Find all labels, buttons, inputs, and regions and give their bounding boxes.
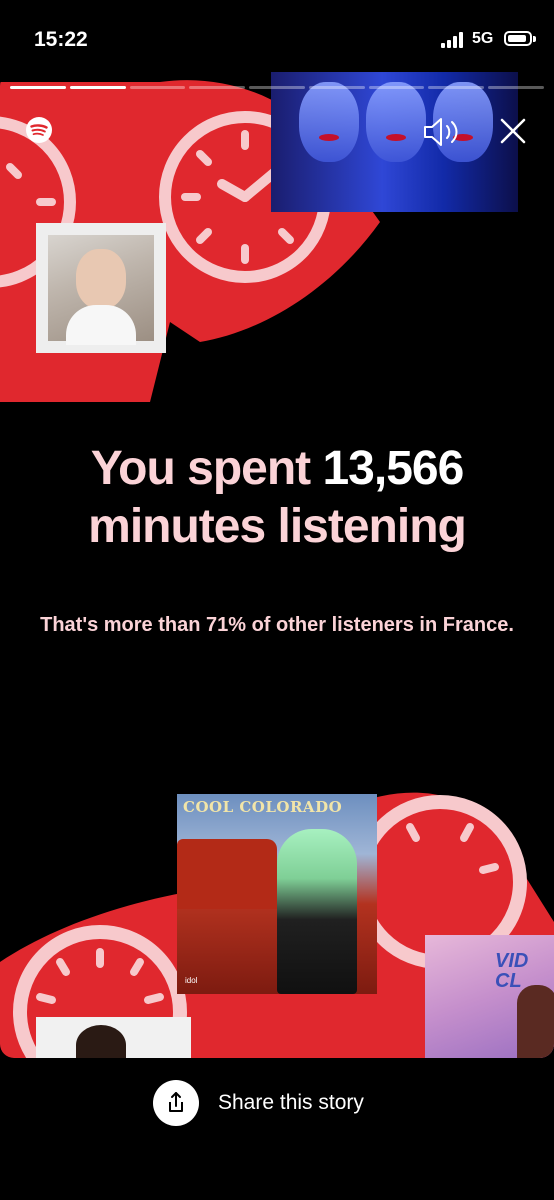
progress-segment [488,86,545,89]
share-story[interactable]: Share this story [0,1080,554,1130]
progress-segment [308,86,365,89]
share-label[interactable]: Share this story [218,1091,364,1115]
progress-segment [189,86,246,89]
progress-segment [368,86,425,89]
progress-segment [10,86,66,89]
album-cover-cool-colorado: COOL COLORADO idol [177,794,377,994]
status-bar: 15:22 5G [0,0,554,70]
status-time: 15:22 [34,28,88,51]
headline-minutes: 13,566 [322,442,464,495]
album-cover-portrait [36,223,166,353]
video-preview [271,72,518,212]
share-icon [169,1092,183,1112]
story-card[interactable]: You spent 13,566 minutes listening That'… [0,72,554,1058]
headline: You spent 13,566 minutes listening [0,440,554,556]
album-label-logos: idol [185,976,198,985]
album-title-cool-colorado: COOL COLORADO [183,798,343,816]
battery-icon [504,31,536,46]
story-progress [10,86,545,89]
headline-part2: minutes listening [88,500,467,553]
headline-part1: You spent [90,442,323,495]
share-button[interactable] [153,1080,199,1126]
progress-segment [69,86,126,89]
spotify-logo-icon [26,117,52,143]
progress-segment [129,86,186,89]
progress-segment [428,86,485,89]
speaker-icon[interactable] [422,116,462,148]
album-cover-woman [36,1017,191,1058]
close-icon[interactable] [498,116,528,146]
listener-comparison: That's more than 71% of other listeners … [40,614,514,636]
progress-segment [249,86,305,89]
cellular-signal-icon [441,32,465,48]
network-label: 5G [472,30,494,47]
album-cover-pink: VID CL [425,935,554,1058]
album-title-vid: VID CL [495,950,529,992]
